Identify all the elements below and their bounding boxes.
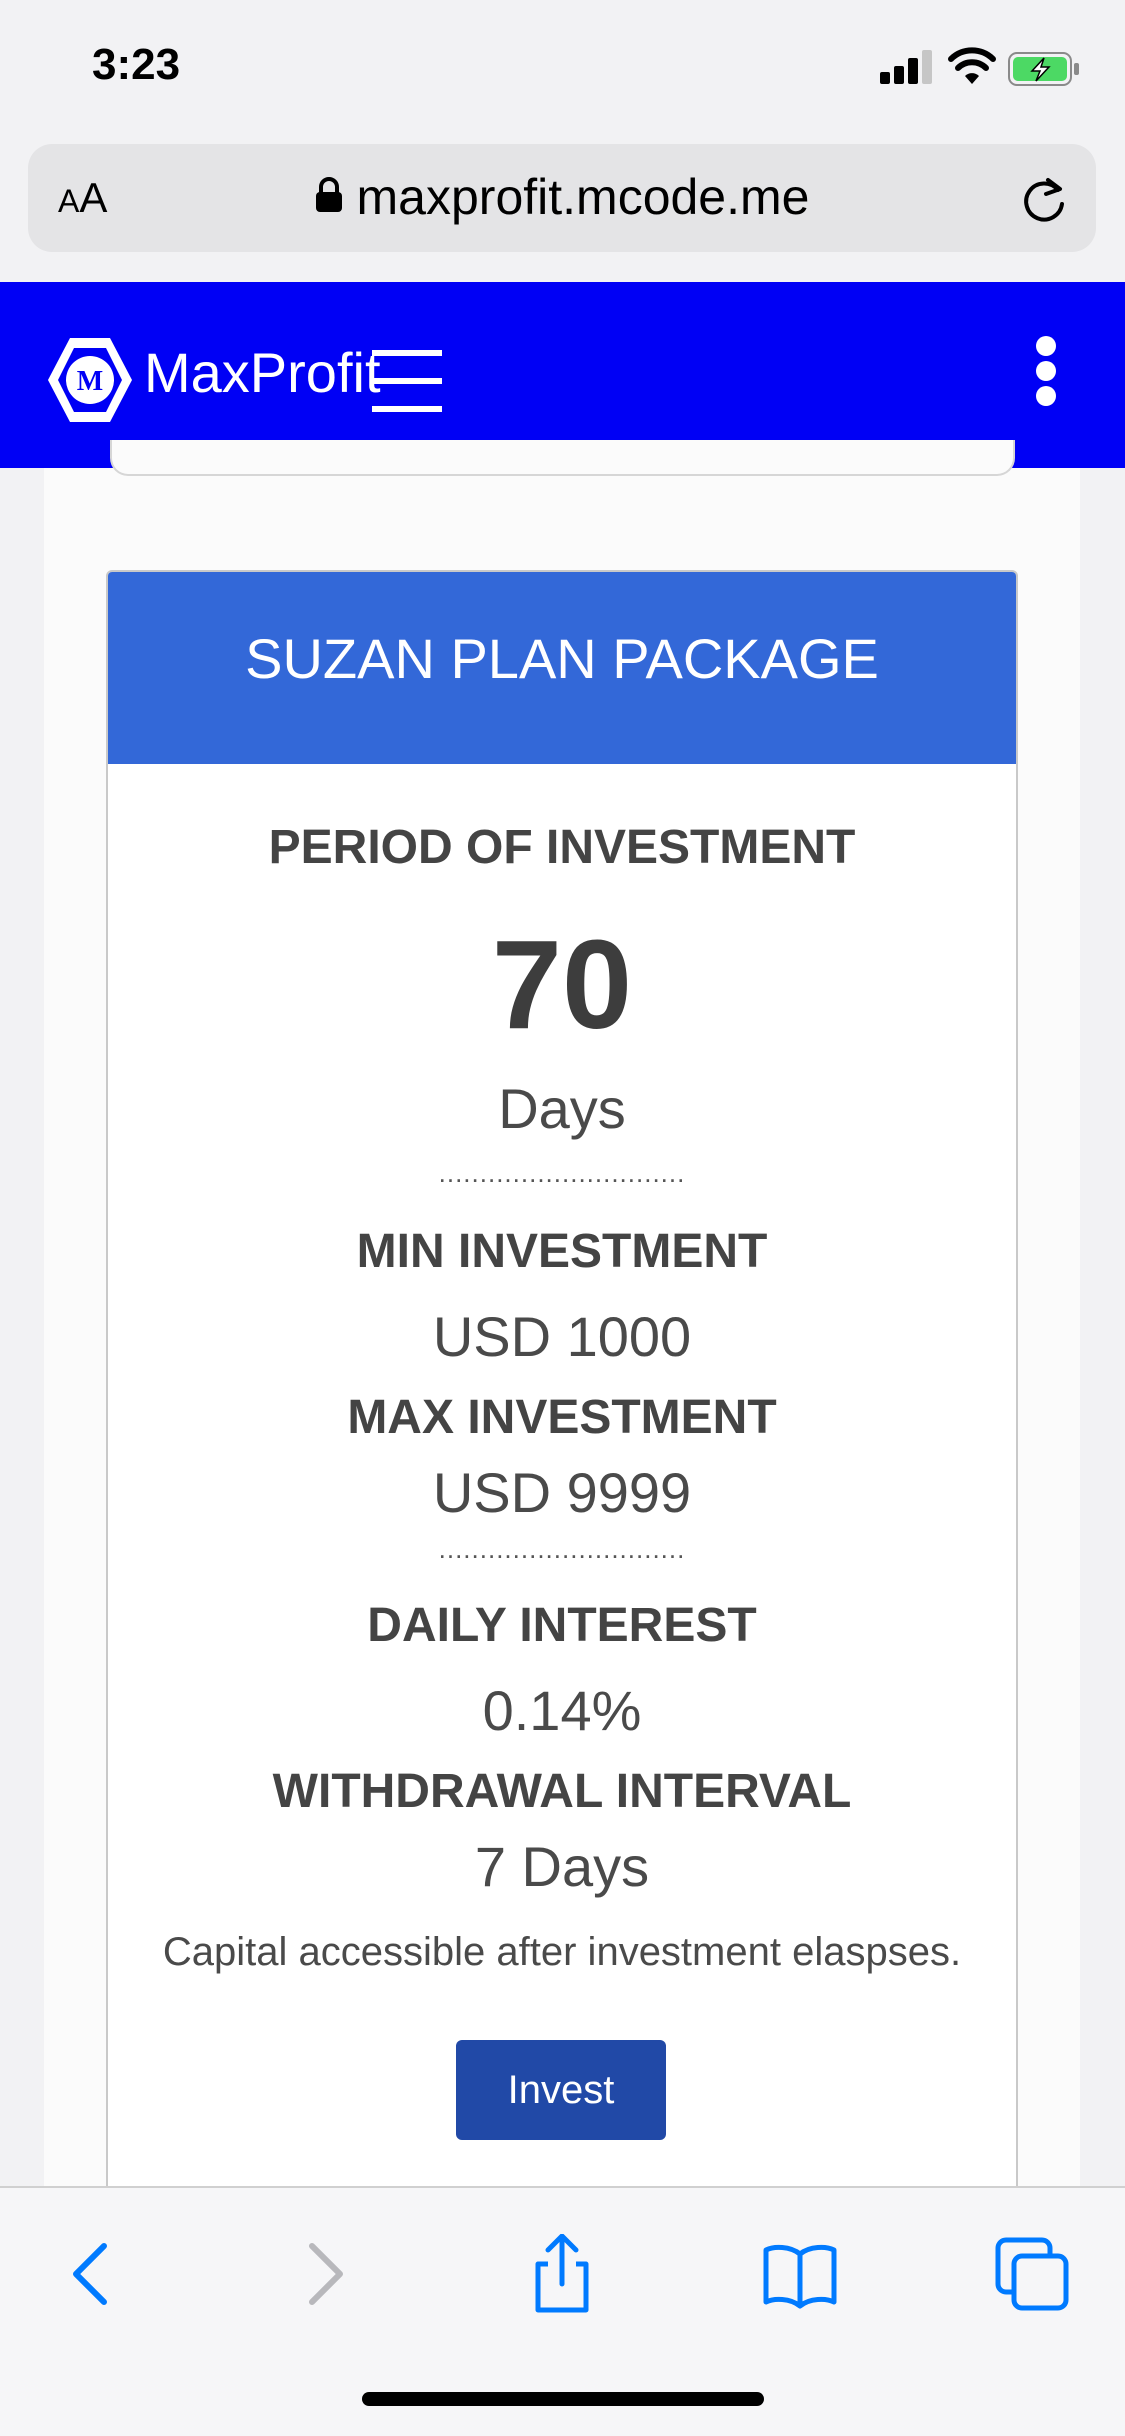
plan-card: SUZAN PLAN PACKAGE PERIOD OF INVESTMENT … — [106, 570, 1018, 2200]
reload-icon[interactable] — [1018, 174, 1070, 226]
url-display[interactable]: maxprofit.mcode.me — [28, 168, 1096, 226]
min-investment-value: USD 1000 — [432, 1305, 692, 1368]
min-investment-label: MIN INVESTMENT — [356, 1225, 768, 1278]
forward-icon[interactable] — [284, 2234, 364, 2314]
logo-icon[interactable]: M — [44, 334, 136, 426]
invest-button[interactable]: Invest — [456, 2040, 666, 2140]
capital-note: Capital accessible after investment elas… — [162, 1930, 962, 1974]
status-bar: 3:23 — [0, 0, 1125, 140]
brand-name[interactable]: MaxProfit — [144, 340, 381, 405]
period-value: 70 — [491, 914, 633, 1055]
separator-1: .............................. — [438, 1158, 686, 1188]
hamburger-menu-icon[interactable] — [372, 350, 442, 412]
period-label: PERIOD OF INVESTMENT — [268, 821, 856, 874]
battery-charging-icon — [1008, 52, 1079, 86]
more-options-icon[interactable] — [1034, 336, 1060, 406]
separator-2: .............................. — [438, 1534, 686, 1564]
previous-card-edge — [110, 440, 1015, 476]
status-time: 3:23 — [92, 40, 181, 89]
home-indicator — [362, 2392, 764, 2406]
share-icon[interactable] — [522, 2234, 602, 2314]
bookmarks-icon[interactable] — [760, 2234, 840, 2314]
wifi-icon — [948, 47, 996, 84]
period-unit: Days — [498, 1077, 626, 1140]
address-bar[interactable]: AA maxprofit.mcode.me — [28, 144, 1096, 252]
lock-icon — [315, 176, 342, 212]
url-text: maxprofit.mcode.me — [356, 169, 810, 225]
tabs-icon[interactable] — [992, 2234, 1072, 2314]
max-investment-label: MAX INVESTMENT — [347, 1391, 777, 1444]
logo-monogram: M — [77, 366, 103, 397]
cellular-signal-icon — [880, 48, 934, 84]
daily-interest-label: DAILY INTEREST — [367, 1599, 757, 1652]
max-investment-value: USD 9999 — [432, 1461, 692, 1524]
plan-card-header: SUZAN PLAN PACKAGE — [108, 572, 1016, 764]
plan-title: SUZAN PLAN PACKAGE — [245, 627, 879, 690]
withdrawal-interval-label: WITHDRAWAL INTERVAL — [272, 1765, 852, 1818]
back-icon[interactable] — [52, 2234, 132, 2314]
daily-interest-value: 0.14% — [482, 1679, 642, 1742]
withdrawal-interval-value: 7 Days — [474, 1835, 650, 1898]
